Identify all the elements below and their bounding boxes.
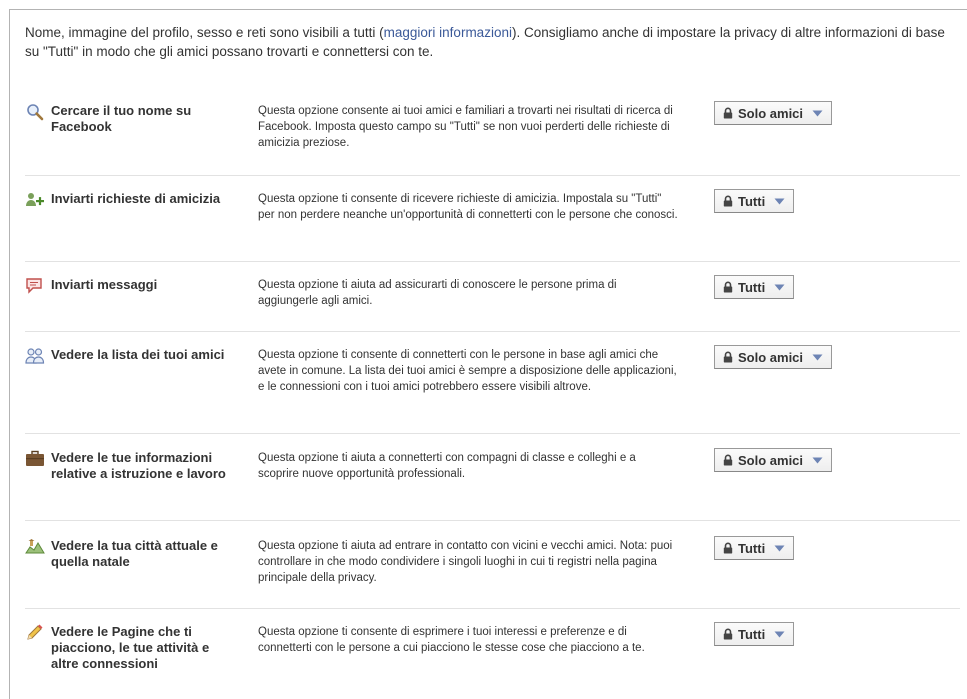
privacy-select-label: Solo amici bbox=[738, 105, 804, 121]
chevron-down-icon bbox=[812, 354, 823, 361]
row-description: Questa opzione ti consente di connettert… bbox=[258, 349, 677, 393]
row-description: Questa opzione ti aiuta a connetterti co… bbox=[258, 452, 636, 480]
message-icon bbox=[25, 277, 45, 295]
privacy-select-label: Tutti bbox=[738, 279, 766, 295]
more-info-link[interactable]: maggiori informazioni bbox=[384, 25, 512, 40]
privacy-row-messages: Inviarti messaggi Questa opzione ti aiut… bbox=[25, 275, 960, 332]
row-description: Questa opzione consente ai tuoi amici e … bbox=[258, 105, 673, 149]
chevron-down-icon bbox=[774, 545, 785, 552]
privacy-row-hometown: Vedere la tua città attuale e quella nat… bbox=[25, 536, 960, 609]
add-friend-icon bbox=[25, 191, 45, 209]
lock-icon bbox=[723, 281, 733, 293]
privacy-select-label: Solo amici bbox=[738, 452, 804, 468]
lock-icon bbox=[723, 195, 733, 207]
privacy-select-label: Tutti bbox=[738, 626, 766, 642]
lock-icon bbox=[723, 628, 733, 640]
chevron-down-icon bbox=[774, 284, 785, 291]
row-title: Vedere le Pagine che ti piacciono, le tu… bbox=[51, 624, 210, 671]
privacy-select-label: Tutti bbox=[738, 193, 766, 209]
row-title: Vedere la tua città attuale e quella nat… bbox=[51, 538, 218, 569]
privacy-select-button[interactable]: Solo amici bbox=[714, 448, 833, 472]
row-title: Vedere le tue informazioni relative a is… bbox=[51, 450, 226, 481]
friends-icon bbox=[25, 347, 45, 365]
privacy-select-button[interactable]: Solo amici bbox=[714, 345, 833, 369]
privacy-row-education-work: Vedere le tue informazioni relative a is… bbox=[25, 448, 960, 521]
lock-icon bbox=[723, 351, 733, 363]
pencil-icon bbox=[25, 624, 45, 642]
row-title: Vedere la lista dei tuoi amici bbox=[51, 347, 225, 362]
row-description: Questa opzione ti consente di ricevere r… bbox=[258, 193, 678, 221]
row-title: Inviarti messaggi bbox=[51, 277, 158, 292]
intro-text-before: Nome, immagine del profilo, sesso e reti… bbox=[25, 25, 384, 40]
chevron-down-icon bbox=[774, 631, 785, 638]
row-description: Questa opzione ti aiuta ad assicurarti d… bbox=[258, 279, 617, 307]
privacy-row-pages-activities: Vedere le Pagine che ti piacciono, le tu… bbox=[25, 622, 960, 684]
row-title: Cercare il tuo nome su Facebook bbox=[51, 103, 192, 134]
map-icon bbox=[25, 538, 45, 556]
intro-text: Nome, immagine del profilo, sesso e reti… bbox=[25, 23, 955, 61]
privacy-select-label: Tutti bbox=[738, 540, 766, 556]
lock-icon bbox=[723, 454, 733, 466]
privacy-select-button[interactable]: Tutti bbox=[714, 622, 795, 646]
chevron-down-icon bbox=[812, 457, 823, 464]
chevron-down-icon bbox=[774, 198, 785, 205]
row-description: Questa opzione ti consente di esprimere … bbox=[258, 626, 645, 654]
lock-icon bbox=[723, 542, 733, 554]
briefcase-icon bbox=[25, 450, 45, 468]
chevron-down-icon bbox=[812, 110, 823, 117]
magnifier-icon bbox=[25, 103, 45, 121]
privacy-select-button[interactable]: Tutti bbox=[714, 275, 795, 299]
row-description: Questa opzione ti aiuta ad entrare in co… bbox=[258, 540, 673, 584]
privacy-select-button[interactable]: Tutti bbox=[714, 536, 795, 560]
privacy-row-search: Cercare il tuo nome su Facebook Questa o… bbox=[25, 101, 960, 176]
row-title: Inviarti richieste di amicizia bbox=[51, 191, 221, 206]
privacy-select-button[interactable]: Tutti bbox=[714, 189, 795, 213]
privacy-row-friend-requests: Inviarti richieste di amicizia Questa op… bbox=[25, 189, 960, 262]
privacy-row-friend-list: Vedere la lista dei tuoi amici Questa op… bbox=[25, 345, 960, 434]
privacy-select-button[interactable]: Solo amici bbox=[714, 101, 833, 125]
lock-icon bbox=[723, 107, 733, 119]
privacy-select-label: Solo amici bbox=[738, 349, 804, 365]
